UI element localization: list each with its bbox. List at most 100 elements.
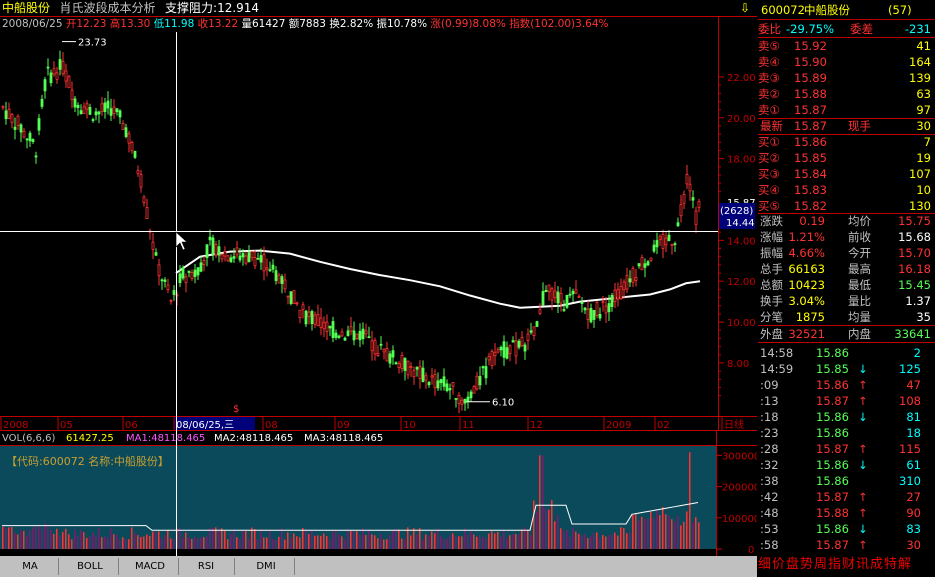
outer-label: 外盘 xyxy=(760,327,783,341)
volume-bar xyxy=(629,532,631,549)
volume-bar xyxy=(482,537,484,549)
volume-bar xyxy=(41,529,43,549)
x-tick-label: 12 xyxy=(530,420,543,431)
volume-bar xyxy=(392,529,394,549)
tick-arrow: ↑ xyxy=(858,394,868,408)
volume-bar xyxy=(221,528,223,549)
volume-bar xyxy=(38,526,40,549)
volume-bar xyxy=(134,533,136,549)
volume-bar xyxy=(14,533,16,549)
bottom-nav[interactable]: 细价盘势周指财讯成特解 xyxy=(758,553,935,577)
volume-bar xyxy=(671,519,673,549)
tick-time: :58 xyxy=(760,538,779,552)
tick-volume: 108 xyxy=(899,394,921,408)
tick-time: :28 xyxy=(760,442,779,456)
candle-body xyxy=(85,103,89,110)
tick-row: :38 15.86 310 xyxy=(758,473,935,489)
candle-body xyxy=(37,118,41,131)
candle-body xyxy=(127,133,131,144)
candle-body xyxy=(514,340,518,357)
buy-row: 买① 15.86 7 xyxy=(758,134,935,150)
tick-volume: 83 xyxy=(906,522,921,536)
tick-scrollbar[interactable] xyxy=(925,343,934,548)
ratio-row: 委比 -29.75% 委差 -231 xyxy=(758,21,935,37)
volume-bar xyxy=(296,536,298,549)
volume-bar xyxy=(242,530,244,549)
volume-bar xyxy=(539,455,541,549)
tab-boll[interactable]: BOLL xyxy=(62,558,119,575)
tick-arrow: ↑ xyxy=(858,378,868,392)
volume-legend-item: 61427.25 xyxy=(66,433,114,444)
tick-price: 15.87 xyxy=(816,490,849,504)
candle-body xyxy=(667,234,671,241)
volume-bar xyxy=(281,528,283,549)
tick-price: 15.86 xyxy=(816,426,849,440)
volume-bar xyxy=(35,526,37,549)
volume-bar xyxy=(455,536,457,549)
sell-volume: 97 xyxy=(916,103,931,117)
candle-body xyxy=(619,286,623,300)
tick-price: 15.87 xyxy=(816,538,849,552)
candle-body xyxy=(28,132,32,142)
last-row: 最新 15.87 现手 30 xyxy=(758,118,935,134)
candle-body xyxy=(442,376,446,387)
volume-bar xyxy=(104,536,106,549)
candle-body xyxy=(349,326,353,332)
diff-value: -231 xyxy=(904,22,931,36)
tab-macd[interactable]: MACD xyxy=(122,558,179,575)
buy-price: 15.82 xyxy=(794,199,827,213)
sell-row: 卖④ 15.90 164 xyxy=(758,54,935,70)
volume-bar xyxy=(677,515,679,549)
volume-bar xyxy=(170,538,172,549)
sell-volume: 139 xyxy=(909,71,931,85)
sell-level-label: 卖① xyxy=(758,103,780,117)
candle-body xyxy=(571,290,575,295)
candle-body xyxy=(412,370,416,378)
volume-bar xyxy=(626,533,628,549)
candle-body xyxy=(13,126,17,130)
tab-ma[interactable]: MA xyxy=(2,558,59,575)
candle-body xyxy=(598,314,602,319)
y-tick-label: 18.00 xyxy=(727,155,756,166)
candle-body xyxy=(691,197,695,201)
volume-bar xyxy=(611,534,613,549)
candle-body xyxy=(580,302,584,305)
volume-bar xyxy=(689,452,691,549)
candle-body xyxy=(274,270,278,281)
tick-volume: 47 xyxy=(906,378,921,392)
candle-body xyxy=(310,310,314,324)
tab-rsi[interactable]: RSI xyxy=(178,558,235,575)
volume-bar xyxy=(125,539,127,549)
volume-bar xyxy=(566,529,568,549)
candle-body xyxy=(400,354,404,369)
candle-body xyxy=(214,244,218,256)
volume-bar xyxy=(437,528,439,549)
volume-bar xyxy=(62,532,64,549)
candle-body xyxy=(241,253,245,258)
candle-body xyxy=(331,321,335,339)
volume-bar xyxy=(533,500,535,549)
volume-bar xyxy=(428,535,430,549)
buy-volume: 19 xyxy=(916,151,931,165)
y-tick-label: 10.00 xyxy=(727,318,756,329)
stat-value: 15.45 xyxy=(898,278,931,292)
volume-bar xyxy=(59,535,61,549)
volume-bar xyxy=(638,520,640,549)
quote-name: 中船股份 xyxy=(804,3,850,17)
candle-body xyxy=(181,267,185,279)
candle-body xyxy=(22,130,26,138)
price-chart[interactable]: 22.0020.0018.0016.0014.0012.0010.008.002… xyxy=(0,0,757,556)
candle-body xyxy=(637,263,641,267)
candle-body xyxy=(277,274,281,284)
mouse-cursor-icon xyxy=(175,231,188,251)
volume-bar xyxy=(137,535,139,549)
candle-body xyxy=(607,303,611,313)
volume-bar xyxy=(569,537,571,549)
volume-bar xyxy=(332,531,334,549)
volume-bar xyxy=(212,527,214,549)
candle-body xyxy=(430,375,434,378)
sell-volume: 63 xyxy=(916,87,931,101)
tick-arrow: ↑ xyxy=(858,442,868,456)
volume-bar xyxy=(647,518,649,549)
tab-dmi[interactable]: DMI xyxy=(238,558,295,575)
